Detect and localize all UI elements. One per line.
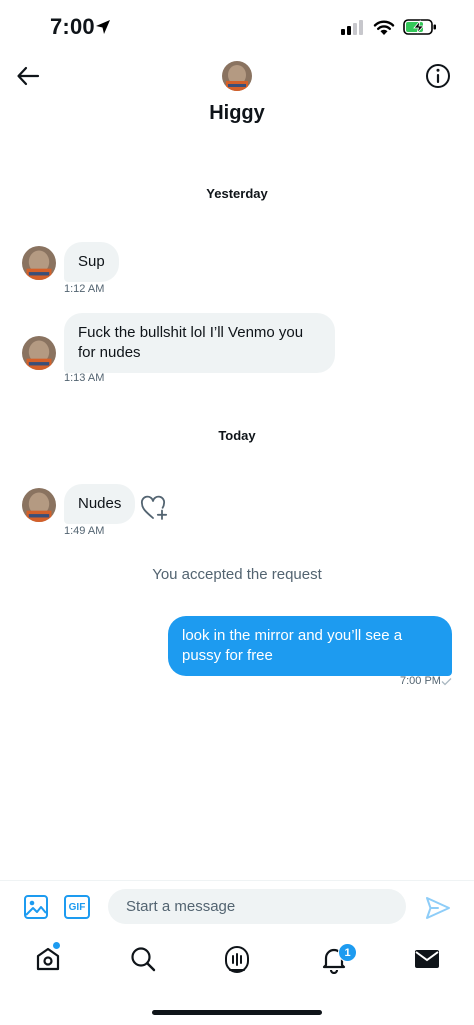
wifi-icon	[373, 20, 395, 35]
day-separator: Today	[218, 428, 256, 443]
sender-avatar[interactable]	[22, 246, 56, 280]
spaces-icon[interactable]	[222, 944, 252, 974]
message-timestamp: 1:12 AM	[64, 283, 105, 295]
location-arrow-icon	[96, 20, 110, 34]
status-time: 7:00	[50, 14, 95, 39]
incoming-message[interactable]: Nudes	[64, 484, 136, 524]
avatar-image	[22, 336, 56, 370]
send-icon[interactable]	[424, 894, 452, 922]
message-timestamp: 7:00 PM	[400, 675, 441, 687]
image-icon[interactable]	[23, 894, 49, 920]
request-accepted-note: You accepted the request	[152, 566, 322, 583]
cellular-signal-icon	[341, 20, 363, 35]
back-arrow-icon[interactable]	[14, 62, 42, 90]
gif-button[interactable]: GIF	[64, 895, 90, 919]
battery-charging-icon	[403, 19, 436, 35]
sender-avatar[interactable]	[22, 488, 56, 522]
messages-icon[interactable]	[412, 944, 442, 974]
message-timestamp: 1:13 AM	[64, 372, 105, 384]
info-icon[interactable]	[424, 62, 452, 90]
sender-avatar[interactable]	[22, 336, 56, 370]
home-indicator	[152, 1010, 322, 1015]
contact-avatar[interactable]	[222, 61, 252, 91]
avatar-image	[22, 246, 56, 280]
incoming-message[interactable]: Sup	[64, 242, 119, 282]
add-reaction-heart-icon[interactable]	[140, 494, 170, 522]
avatar-image	[22, 488, 56, 522]
day-separator: Yesterday	[206, 186, 268, 201]
message-input[interactable]	[108, 889, 406, 924]
contact-name[interactable]: Higgy	[0, 102, 474, 125]
home-notification-dot	[52, 941, 61, 950]
message-timestamp: 1:49 AM	[64, 525, 105, 537]
sent-check-icon	[441, 678, 452, 686]
incoming-message[interactable]: Fuck the bullshit lol I’ll Venmo you for…	[64, 313, 335, 373]
composer-divider	[0, 880, 474, 881]
outgoing-message[interactable]: look in the mirror and you’ll see a puss…	[168, 616, 452, 676]
notification-badge: 1	[338, 943, 357, 962]
search-icon[interactable]	[128, 944, 158, 974]
avatar-image	[222, 61, 252, 91]
